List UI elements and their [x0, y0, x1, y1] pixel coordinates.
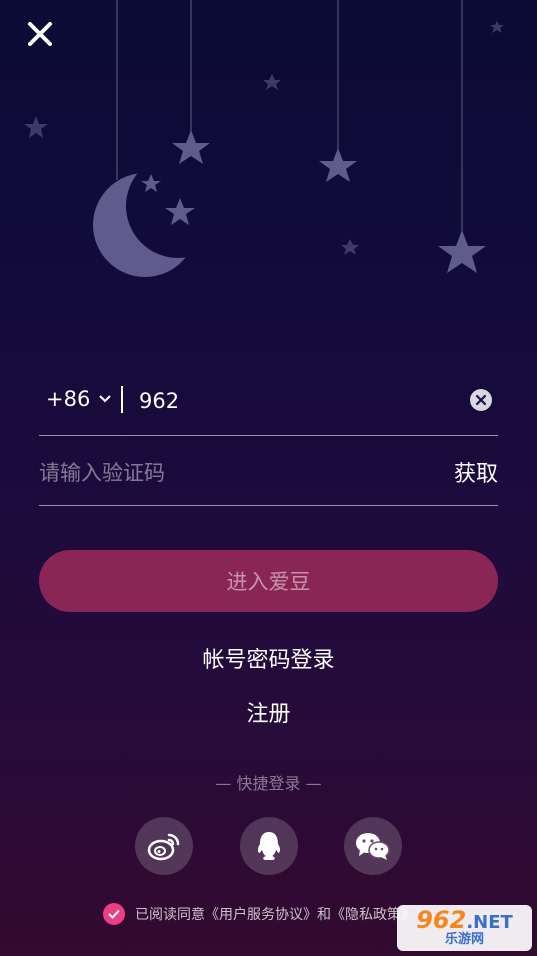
agreement-prefix: 已阅读同意 [135, 907, 205, 923]
enter-button[interactable]: 进入爱豆 [39, 550, 498, 612]
account-password-login-link[interactable]: 帐号密码登录 [0, 642, 537, 674]
star-icon [172, 130, 210, 164]
moon-icon [93, 173, 197, 277]
star-icon [24, 116, 48, 138]
qq-icon [257, 832, 281, 860]
agreement-checkbox[interactable] [103, 903, 125, 925]
star-icon [490, 21, 504, 33]
weibo-login-button[interactable] [135, 817, 193, 875]
country-code-label: +86 [46, 387, 91, 411]
watermark-number: 962 [416, 906, 467, 935]
clear-icon [470, 389, 492, 411]
verification-code-row: 获取 [39, 442, 498, 506]
quick-login-title: — 快捷登录 — [215, 774, 322, 793]
register-link[interactable]: 注册 [0, 696, 537, 728]
user-agreement-link[interactable]: 《用户服务协议》 [205, 904, 317, 924]
phone-row: +86 [39, 372, 498, 436]
star-icon [341, 239, 359, 255]
site-watermark: 962 .NET 乐游网 [397, 905, 532, 951]
phone-input[interactable] [139, 382, 449, 420]
country-code-selector[interactable]: +86 [46, 387, 112, 411]
wechat-login-button[interactable] [344, 817, 402, 875]
watermark-subtitle: 乐游网 [444, 932, 484, 948]
night-sky-decoration [24, 0, 504, 277]
check-icon [108, 909, 120, 919]
wechat-icon [356, 833, 390, 860]
qq-login-button[interactable] [240, 817, 298, 875]
star-icon [319, 148, 357, 182]
input-cursor-divider [121, 386, 123, 413]
clear-input-button[interactable] [469, 388, 493, 412]
close-icon [28, 22, 52, 46]
watermark-suffix: .NET [466, 912, 513, 934]
agreement-and: 和 [317, 907, 331, 923]
close-button[interactable] [22, 16, 58, 52]
agreement-row: 已阅读同意 《用户服务协议》 和 《隐私政策》 [103, 902, 415, 926]
weibo-icon [147, 833, 180, 861]
get-code-button[interactable]: 获取 [454, 456, 498, 488]
chevron-down-icon [99, 395, 112, 403]
verification-code-input[interactable] [39, 454, 399, 492]
star-icon [438, 230, 486, 273]
star-icon [263, 74, 281, 90]
